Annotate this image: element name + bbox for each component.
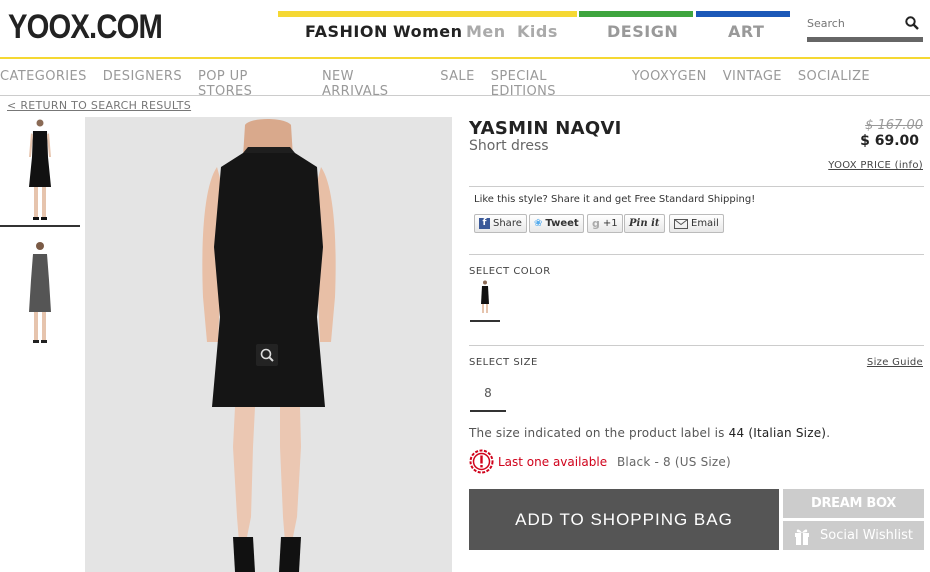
email-share-label: Email [691,218,719,229]
size-note-value: 44 (Italian Size) [728,426,827,440]
select-color-label: SELECT COLOR [469,266,551,277]
divider [469,186,924,187]
magnifier-icon [260,348,274,362]
email-share-button[interactable]: Email [669,214,724,233]
twitter-tweet-label: Tweet [545,218,579,229]
select-size-label: SELECT SIZE [469,357,538,368]
google-plus-label: +1 [602,218,618,229]
social-wishlist-button[interactable]: Social Wishlist [783,521,924,550]
dress-front-thumbnail-image [29,119,51,220]
yoox-price-info-link[interactable]: YOOX PRICE (info) [828,160,923,171]
art-color-bar [696,11,790,17]
twitter-icon: ❀ [534,218,543,229]
main-product-image[interactable] [85,117,452,572]
nav-fashion[interactable]: FASHION [305,22,388,41]
divider [469,345,924,346]
nav-men[interactable]: Men [466,22,506,41]
nav-art[interactable]: ART [728,22,764,41]
search-input[interactable] [807,17,902,30]
product-subtitle: Short dress [469,138,549,154]
social-wishlist-label: Social Wishlist [820,528,913,543]
size-note-suffix: . [826,426,831,440]
google-plus-button[interactable]: g +1 [587,214,623,233]
add-to-shopping-bag-button[interactable]: ADD TO SHOPPING BAG [469,489,779,550]
sale-price: $ 69.00 [860,133,919,149]
size-note-prefix: The size indicated on the product label … [469,426,725,440]
size-option-8[interactable]: 8 [470,378,506,412]
product-brand[interactable]: YASMIN NAQVI [469,118,622,139]
twitter-tweet-button[interactable]: ❀ Tweet [529,214,584,233]
zoom-button[interactable] [256,344,278,366]
yoox-logo[interactable]: YOOX.COM [8,8,163,47]
availability-detail: Black - 8 (US Size) [617,455,731,469]
nav-kids[interactable]: Kids [517,22,558,41]
thumbnail-back[interactable] [0,238,80,353]
facebook-icon: f [479,218,490,229]
divider [469,254,924,255]
nav-design[interactable]: DESIGN [607,22,678,41]
availability-warning: Last one available [498,455,608,469]
header-divider [0,57,930,59]
facebook-share-button[interactable]: f Share [474,214,527,233]
search-underline [807,37,923,42]
share-promo-text: Like this style? Share it and get Free S… [474,194,756,205]
color-swatch-black[interactable] [470,280,500,322]
gift-icon [795,529,810,545]
design-color-bar [579,11,693,17]
category-divider [0,95,930,96]
dream-box-button[interactable]: DREAM BOX [783,489,924,518]
color-swatch-image [481,280,489,313]
thumbnail-front[interactable] [0,117,80,227]
pinterest-button[interactable]: Pin it [624,214,665,233]
size-guide-link[interactable]: Size Guide [867,357,923,368]
search-icon[interactable] [905,16,919,30]
search-box [807,12,923,36]
dress-back-thumbnail-image [29,242,51,343]
original-price: $ 167.00 [865,118,923,133]
nav-women[interactable]: Women [393,22,462,41]
envelope-icon [674,218,688,229]
size-note: The size indicated on the product label … [469,426,830,440]
fashion-color-bar [278,11,577,17]
return-to-search-link[interactable]: < RETURN TO SEARCH RESULTS [7,99,191,112]
alert-badge-icon [469,449,494,474]
google-icon: g [592,217,600,230]
facebook-share-label: Share [493,218,522,229]
pinterest-label: Pin it [629,218,660,229]
